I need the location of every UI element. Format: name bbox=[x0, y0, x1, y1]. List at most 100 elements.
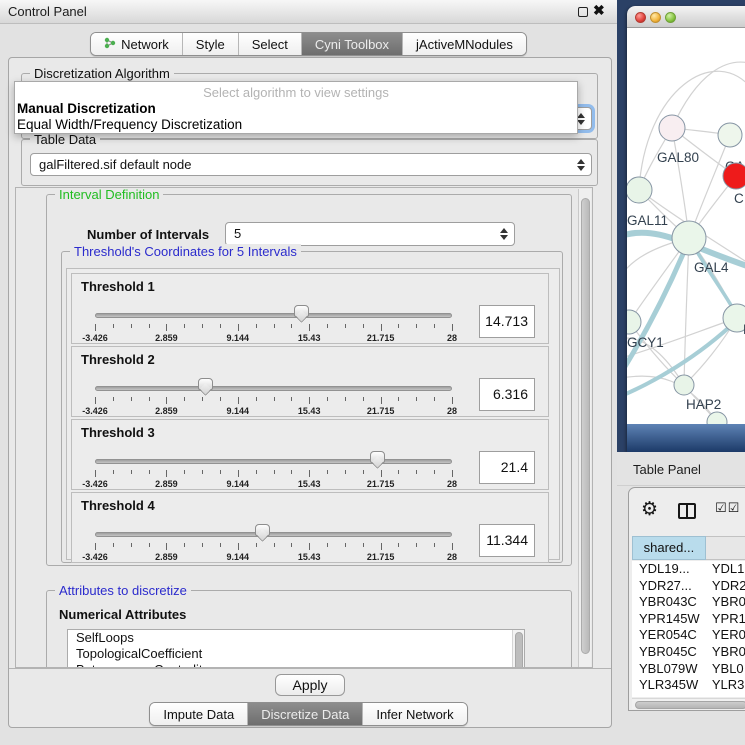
table-row[interactable]: YLR345WYLR3 bbox=[632, 677, 745, 694]
tab-impute-data[interactable]: Impute Data bbox=[150, 703, 248, 725]
network-node-ga[interactable] bbox=[718, 123, 742, 147]
tick-mark bbox=[113, 543, 114, 547]
threshold-value-field[interactable]: 6.316 bbox=[479, 378, 535, 411]
tick-mark bbox=[327, 470, 328, 474]
network-node-c[interactable] bbox=[723, 163, 745, 189]
checked-box-icons[interactable]: ☑☑ bbox=[715, 501, 740, 516]
tab-label: jActiveMNodules bbox=[416, 34, 513, 55]
table-cell: YPR1 bbox=[706, 611, 745, 628]
tick-label: -3.426 bbox=[82, 552, 108, 562]
threshold-value-field[interactable]: 11.344 bbox=[479, 524, 535, 557]
tick-label: 2.859 bbox=[155, 479, 178, 489]
table-row[interactable]: YIL052CYIL0 bbox=[632, 694, 745, 697]
slider-track[interactable] bbox=[95, 386, 452, 391]
table-row[interactable]: YBL079WYBL0 bbox=[632, 661, 745, 678]
table-row[interactable]: YER054CYER0 bbox=[632, 627, 745, 644]
threshold-row-1: Threshold 1-3.4262.8599.14415.4321.71528… bbox=[71, 273, 549, 344]
close-icon[interactable]: ✖ bbox=[593, 2, 605, 19]
tab-style[interactable]: Style bbox=[183, 33, 239, 55]
close-light-icon[interactable] bbox=[635, 12, 646, 23]
network-canvas[interactable]: GAL80GACGAL11GAL4GCY1HHAP2 bbox=[627, 28, 745, 424]
list-item[interactable]: SelfLoops bbox=[68, 630, 524, 646]
column-header-shared[interactable]: shared... bbox=[632, 536, 706, 560]
tab-network[interactable]: Network bbox=[91, 33, 183, 55]
list-scrollbar[interactable] bbox=[512, 630, 524, 668]
tick-label: 28 bbox=[447, 479, 457, 489]
tick-mark bbox=[416, 470, 417, 474]
algorithm-option-equal-width[interactable]: Equal Width/Frequency Discretization bbox=[17, 117, 242, 132]
slider-track[interactable] bbox=[95, 313, 452, 318]
tick-mark bbox=[434, 324, 435, 328]
table-row[interactable]: YPR145WYPR1 bbox=[632, 611, 745, 628]
network-node-hap2[interactable] bbox=[674, 375, 694, 395]
tick-mark bbox=[381, 470, 382, 477]
table-data-combobox[interactable]: galFiltered.sif default node bbox=[30, 153, 592, 176]
top-tab-group: NetworkStyleSelectCyni Toolbox jActiveMNo… bbox=[90, 32, 527, 56]
settings-vertical-scrollbar[interactable] bbox=[578, 189, 591, 668]
combo-stepper-icon bbox=[576, 158, 585, 172]
tab-cyni-toolbox[interactable]: Cyni Toolbox bbox=[302, 33, 403, 55]
table-row[interactable]: YDR27...YDR2 bbox=[632, 578, 745, 595]
table-row[interactable]: YBR045CYBR0 bbox=[632, 644, 745, 661]
number-of-intervals-combobox[interactable]: 5 bbox=[225, 222, 515, 246]
slider-thumb[interactable] bbox=[255, 524, 270, 536]
slider-thumb[interactable] bbox=[294, 305, 309, 317]
tick-label: 2.859 bbox=[155, 406, 178, 416]
tick-mark bbox=[452, 543, 453, 550]
algorithm-option-manual[interactable]: Manual Discretization bbox=[17, 101, 156, 116]
interval-definition-group: Interval Definition Number of Intervals … bbox=[46, 194, 572, 566]
threshold-value-field[interactable]: 21.4 bbox=[479, 451, 535, 484]
table-horizontal-scrollbar[interactable] bbox=[632, 698, 745, 709]
tick-mark bbox=[113, 324, 114, 328]
tick-mark bbox=[184, 543, 185, 547]
tab-discretize-data[interactable]: Discretize Data bbox=[248, 703, 363, 725]
slider-track[interactable] bbox=[95, 459, 452, 464]
table-row[interactable]: YBR043CYBR0 bbox=[632, 594, 745, 611]
bottom-tabbar: Impute DataDiscretize DataInfer Network bbox=[0, 702, 617, 726]
node-label: GAL4 bbox=[694, 260, 729, 275]
tab-infer-network[interactable]: Infer Network bbox=[363, 703, 466, 725]
tick-mark bbox=[220, 470, 221, 474]
network-node-gal80[interactable] bbox=[659, 115, 685, 141]
table-row[interactable]: YDL19...YDL1 bbox=[632, 561, 745, 578]
minimize-light-icon[interactable] bbox=[650, 12, 661, 23]
control-panel: Control Panel ✖ NetworkStyleSelectCyni T… bbox=[0, 0, 617, 745]
tick-mark bbox=[95, 470, 96, 477]
tick-mark bbox=[95, 543, 96, 550]
table-cell: YER0 bbox=[706, 627, 745, 644]
tick-mark bbox=[256, 470, 257, 474]
table-data-title: Table Data bbox=[30, 132, 100, 147]
tick-mark bbox=[256, 324, 257, 328]
tab-jactivemnodules[interactable]: jActiveMNodules bbox=[403, 33, 526, 55]
numerical-attributes-list[interactable]: SelfLoopsTopologicalCoefficientBetweenne… bbox=[67, 629, 525, 668]
list-item[interactable]: TopologicalCoefficient bbox=[68, 646, 524, 662]
table-cell: YPR145W bbox=[632, 611, 706, 628]
float-window-icon[interactable] bbox=[578, 7, 588, 17]
split-columns-icon[interactable] bbox=[678, 503, 696, 519]
table-cell: YBR045C bbox=[632, 644, 706, 661]
slider-thumb[interactable] bbox=[370, 451, 385, 463]
settings-gear-icon[interactable]: ⚙ bbox=[641, 498, 658, 520]
apply-button[interactable]: Apply bbox=[275, 674, 345, 696]
node-label: GAL80 bbox=[657, 150, 699, 165]
network-node-gcy1[interactable] bbox=[627, 310, 641, 334]
tab-select[interactable]: Select bbox=[239, 33, 302, 55]
network-node-gal11[interactable] bbox=[627, 177, 652, 203]
slider-track[interactable] bbox=[95, 532, 452, 537]
tick-mark bbox=[131, 397, 132, 401]
network-node-gal4[interactable] bbox=[672, 221, 706, 255]
threshold-value-field[interactable]: 14.713 bbox=[479, 305, 535, 338]
column-header-name[interactable]: n bbox=[706, 536, 745, 560]
apply-row: Apply bbox=[9, 668, 611, 702]
table-rows: YDL19...YDL1YDR27...YDR2YBR043CYBR0YPR14… bbox=[632, 561, 745, 697]
top-tabbar: NetworkStyleSelectCyni Toolbox jActiveMNo… bbox=[0, 32, 617, 56]
tick-label: 9.144 bbox=[227, 479, 250, 489]
slider-thumb[interactable] bbox=[198, 378, 213, 390]
zoom-light-icon[interactable] bbox=[665, 12, 676, 23]
tick-mark bbox=[327, 324, 328, 328]
tick-mark bbox=[398, 324, 399, 328]
tick-mark bbox=[327, 543, 328, 547]
tick-mark bbox=[345, 397, 346, 401]
table-cell: YER054C bbox=[632, 627, 706, 644]
node-label: C bbox=[734, 191, 744, 206]
